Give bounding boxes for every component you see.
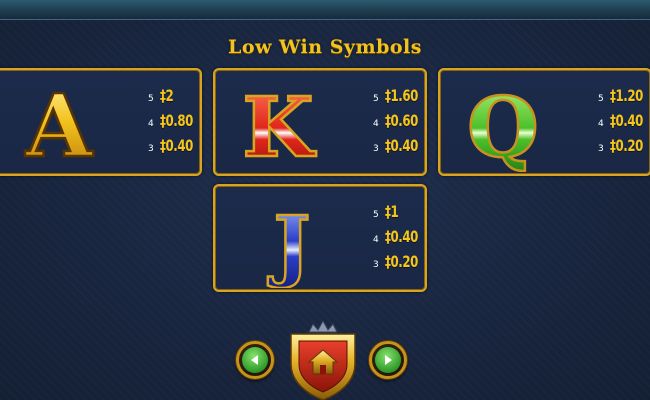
pay-count: 3 <box>598 144 604 154</box>
page-title: Low Win Symbols <box>228 36 422 58</box>
pay-count: 5 <box>148 94 154 104</box>
pay-value: ‡0.20 <box>385 252 418 271</box>
paytable-j: 5 ‡1 4 ‡0.40 3 ‡0.20 <box>373 202 443 277</box>
symbol-j-icon: J <box>237 190 347 290</box>
home-icon <box>290 319 356 400</box>
pay-row: 4 ‡0.80 <box>148 111 218 136</box>
pay-value: ‡0.80 <box>160 111 193 130</box>
pay-row: 5 ‡1 <box>373 202 443 227</box>
pay-value: ‡0.40 <box>610 111 643 130</box>
symbol-q-icon: Q <box>448 74 558 174</box>
symbol-j-letter: J <box>268 200 311 288</box>
symbol-a-icon: A <box>4 74 114 174</box>
symbol-card-k: K 5 ‡1.60 4 ‡0.60 3 ‡0.40 <box>213 68 427 176</box>
pay-row: 4 ‡0.40 <box>598 111 650 136</box>
pay-count: 5 <box>373 210 379 220</box>
pay-count: 5 <box>373 94 379 104</box>
pay-count: 4 <box>373 119 379 129</box>
symbol-q-letter: Q <box>467 80 538 172</box>
pay-count: 3 <box>373 260 379 270</box>
pay-row: 3 ‡0.40 <box>148 136 218 161</box>
pay-value: ‡1 <box>385 202 399 221</box>
home-button[interactable] <box>281 318 365 400</box>
paytable-a: 5 ‡2 4 ‡0.80 3 ‡0.40 <box>148 86 218 161</box>
pay-value: ‡0.40 <box>160 136 193 155</box>
pay-value: ‡1.20 <box>610 86 643 105</box>
pay-row: 3 ‡0.20 <box>598 136 650 161</box>
pay-count: 3 <box>148 144 154 154</box>
paytable-q: 5 ‡1.20 4 ‡0.40 3 ‡0.20 <box>598 86 650 161</box>
pay-row: 5 ‡2 <box>148 86 218 111</box>
top-frame-strip <box>0 0 650 20</box>
pay-row: 4 ‡0.40 <box>373 227 443 252</box>
pay-value: ‡1.60 <box>385 86 418 105</box>
symbol-k-letter: K <box>242 80 316 172</box>
pay-value: ‡0.20 <box>610 136 643 155</box>
symbol-card-j: J 5 ‡1 4 ‡0.40 3 ‡0.20 <box>213 184 427 292</box>
paytable-k: 5 ‡1.60 4 ‡0.60 3 ‡0.40 <box>373 86 443 161</box>
arrow-left-icon <box>242 347 268 373</box>
pay-row: 3 ‡0.20 <box>373 252 443 277</box>
pay-value: ‡0.40 <box>385 227 418 246</box>
symbol-card-a: A 5 ‡2 4 ‡0.80 3 ‡0.40 <box>0 68 202 176</box>
pay-count: 4 <box>598 119 604 129</box>
pay-value: ‡2 <box>160 86 174 105</box>
next-page-button[interactable] <box>369 341 407 379</box>
pay-value: ‡0.60 <box>385 111 418 130</box>
prev-page-button[interactable] <box>236 341 274 379</box>
pay-value: ‡0.40 <box>385 136 418 155</box>
arrow-right-icon <box>375 347 401 373</box>
pay-count: 3 <box>373 144 379 154</box>
pay-count: 5 <box>598 94 604 104</box>
symbol-k-icon: K <box>223 74 333 174</box>
symbol-a-letter: A <box>25 76 94 172</box>
pay-count: 4 <box>373 235 379 245</box>
symbol-card-q: Q 5 ‡1.20 4 ‡0.40 3 ‡0.20 <box>438 68 650 176</box>
pay-count: 4 <box>148 119 154 129</box>
pay-row: 3 ‡0.40 <box>373 136 443 161</box>
pay-row: 5 ‡1.60 <box>373 86 443 111</box>
pay-row: 5 ‡1.20 <box>598 86 650 111</box>
pay-row: 4 ‡0.60 <box>373 111 443 136</box>
